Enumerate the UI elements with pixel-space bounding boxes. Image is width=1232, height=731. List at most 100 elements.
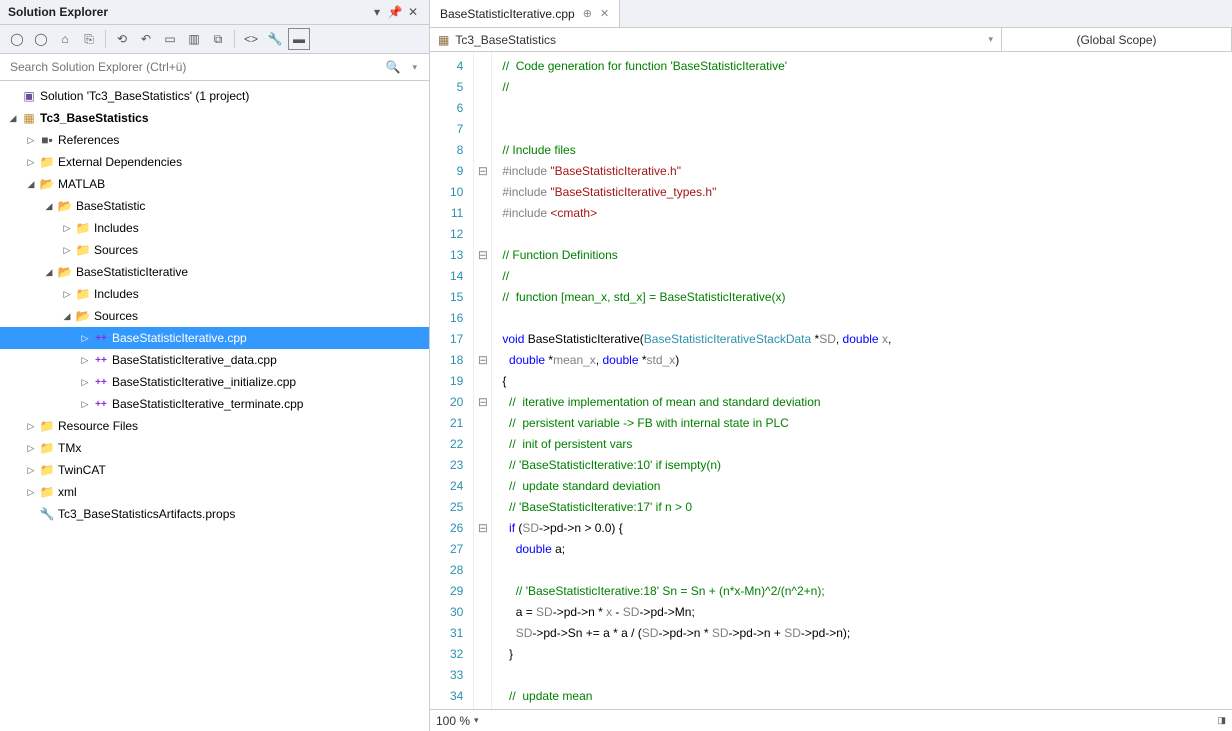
expander-icon[interactable]: ▷ bbox=[24, 157, 38, 168]
sources-folder[interactable]: ◢📂Sources bbox=[0, 305, 429, 327]
nav-back-icon[interactable]: ◯ bbox=[6, 28, 28, 50]
context-scope-dropdown[interactable]: (Global Scope) bbox=[1002, 28, 1232, 51]
cpp-file-icon: ++ bbox=[92, 355, 110, 366]
expander-icon[interactable]: ▷ bbox=[24, 421, 38, 432]
basestatisticiterative-folder[interactable]: ◢📂BaseStatisticIterative bbox=[0, 261, 429, 283]
expander-icon[interactable]: ▷ bbox=[60, 289, 74, 300]
context-project-dropdown[interactable]: ▦ Tc3_BaseStatistics ▾ bbox=[430, 28, 1002, 51]
project-icon: ▦ bbox=[20, 111, 38, 125]
expander-icon[interactable]: ◢ bbox=[6, 113, 20, 124]
refresh-icon[interactable]: ⟲ bbox=[111, 28, 133, 50]
cpp-file-icon: ++ bbox=[92, 333, 110, 344]
includes-folder[interactable]: ▷📁Includes bbox=[0, 217, 429, 239]
folder-icon: 📂 bbox=[56, 265, 74, 279]
tree-item-label: BaseStatisticIterative.cpp bbox=[112, 331, 247, 345]
copy-icon[interactable]: ⧉ bbox=[207, 28, 229, 50]
tree-item-label: Includes bbox=[94, 287, 139, 301]
editor-tabs-bar: BaseStatisticIterative.cpp ⊕ ✕ bbox=[430, 0, 1232, 28]
expander-icon[interactable]: ▷ bbox=[60, 223, 74, 234]
nav-forward-icon[interactable]: ◯ bbox=[30, 28, 52, 50]
expander-icon[interactable]: ◢ bbox=[42, 201, 56, 212]
file-main-cpp[interactable]: ▷++BaseStatisticIterative.cpp bbox=[0, 327, 429, 349]
toggle-icon[interactable]: ▬ bbox=[288, 28, 310, 50]
fold-gutter[interactable]: ⊟⊟⊟⊟⊟ bbox=[474, 52, 492, 709]
sources-folder[interactable]: ▷📁Sources bbox=[0, 239, 429, 261]
expander-icon[interactable]: ▷ bbox=[78, 399, 92, 410]
props-file[interactable]: 🔧Tc3_BaseStatisticsArtifacts.props bbox=[0, 503, 429, 525]
tmx-folder[interactable]: ▷📁TMx bbox=[0, 437, 429, 459]
pin-icon[interactable]: 📌 bbox=[387, 4, 403, 20]
expander-icon[interactable]: ▷ bbox=[78, 377, 92, 388]
context-project-label: Tc3_BaseStatistics bbox=[455, 33, 988, 47]
undo-icon[interactable]: ↶ bbox=[135, 28, 157, 50]
expander-icon[interactable]: ◢ bbox=[60, 311, 74, 322]
tree-item-label: Sources bbox=[94, 243, 138, 257]
includes-folder[interactable]: ▷📁Includes bbox=[0, 283, 429, 305]
matlab-folder[interactable]: ◢📂MATLAB bbox=[0, 173, 429, 195]
editor-panel: BaseStatisticIterative.cpp ⊕ ✕ ▦ Tc3_Bas… bbox=[430, 0, 1232, 731]
show-all-icon[interactable]: ▥ bbox=[183, 28, 205, 50]
zoom-level[interactable]: 100 % bbox=[436, 714, 470, 728]
tree-item-label: MATLAB bbox=[58, 177, 105, 191]
tree-item-label: BaseStatisticIterative_initialize.cpp bbox=[112, 375, 296, 389]
twincat-folder[interactable]: ▷📁TwinCAT bbox=[0, 459, 429, 481]
search-icon[interactable]: 🔍 bbox=[380, 60, 407, 74]
solution-node[interactable]: ▣Solution 'Tc3_BaseStatistics' (1 projec… bbox=[0, 85, 429, 107]
expander-icon[interactable]: ▷ bbox=[24, 135, 38, 146]
panel-titlebar: Solution Explorer ▾ 📌 ✕ bbox=[0, 0, 429, 25]
editor-tab[interactable]: BaseStatisticIterative.cpp ⊕ ✕ bbox=[430, 0, 620, 27]
file-term-cpp[interactable]: ▷++BaseStatisticIterative_terminate.cpp bbox=[0, 393, 429, 415]
file-init-cpp[interactable]: ▷++BaseStatisticIterative_initialize.cpp bbox=[0, 371, 429, 393]
home-icon[interactable]: ⌂ bbox=[54, 28, 76, 50]
basestatistic-folder[interactable]: ◢📂BaseStatistic bbox=[0, 195, 429, 217]
cpp-file-icon: ++ bbox=[92, 377, 110, 388]
project-node[interactable]: ◢▦Tc3_BaseStatistics bbox=[0, 107, 429, 129]
tree-item-label: BaseStatisticIterative bbox=[76, 265, 188, 279]
code-content[interactable]: // Code generation for function 'BaseSta… bbox=[492, 52, 1232, 709]
properties-icon[interactable]: 🔧 bbox=[264, 28, 286, 50]
tab-pin-icon[interactable]: ⊕ bbox=[583, 7, 592, 20]
tree-item-label: Solution 'Tc3_BaseStatistics' (1 project… bbox=[40, 89, 249, 103]
external-deps-node[interactable]: ▷📁External Dependencies bbox=[0, 151, 429, 173]
file-data-cpp[interactable]: ▷++BaseStatisticIterative_data.cpp bbox=[0, 349, 429, 371]
wrench-icon: 🔧 bbox=[38, 507, 56, 521]
editor-status-bar: 100 % ▾ ◨ bbox=[430, 709, 1232, 731]
context-bar: ▦ Tc3_BaseStatistics ▾ (Global Scope) bbox=[430, 28, 1232, 52]
expander-icon[interactable]: ▷ bbox=[78, 355, 92, 366]
collapse-icon[interactable]: ▭ bbox=[159, 28, 181, 50]
search-dropdown-icon[interactable]: ▾ bbox=[406, 62, 423, 73]
panel-title-text: Solution Explorer bbox=[8, 5, 108, 19]
folder-icon: 📁 bbox=[74, 221, 92, 235]
code-view-icon[interactable]: <> bbox=[240, 28, 262, 50]
folder-icon: 📁 bbox=[38, 155, 56, 169]
references-node[interactable]: ▷■▪References bbox=[0, 129, 429, 151]
expander-icon[interactable]: ◢ bbox=[24, 179, 38, 190]
folder-icon: 📂 bbox=[74, 309, 92, 323]
folder-icon: 📂 bbox=[38, 177, 56, 191]
folder-icon: 📁 bbox=[74, 287, 92, 301]
tree-item-label: xml bbox=[58, 485, 77, 499]
folder-icon: 📁 bbox=[38, 419, 56, 433]
expander-icon[interactable]: ◢ bbox=[42, 267, 56, 278]
context-scope-label: (Global Scope) bbox=[1010, 33, 1223, 47]
search-input[interactable] bbox=[6, 56, 380, 78]
tree-item-label: Includes bbox=[94, 221, 139, 235]
expander-icon[interactable]: ▷ bbox=[24, 443, 38, 454]
zoom-dropdown-icon[interactable]: ▾ bbox=[474, 715, 479, 726]
dropdown-icon[interactable]: ▾ bbox=[369, 4, 385, 20]
split-icon[interactable]: ◨ bbox=[1217, 715, 1226, 726]
close-icon[interactable]: ✕ bbox=[405, 4, 421, 20]
code-editor[interactable]: 4567891011121314151617181920212223242526… bbox=[430, 52, 1232, 709]
tree-item-label: BaseStatistic bbox=[76, 199, 145, 213]
sync-icon[interactable]: ⎘ bbox=[78, 28, 100, 50]
folder-icon: 📂 bbox=[56, 199, 74, 213]
expander-icon[interactable]: ▷ bbox=[78, 333, 92, 344]
tab-close-icon[interactable]: ✕ bbox=[600, 7, 609, 20]
xml-folder[interactable]: ▷📁xml bbox=[0, 481, 429, 503]
expander-icon[interactable]: ▷ bbox=[24, 465, 38, 476]
search-bar: 🔍 ▾ bbox=[0, 54, 429, 81]
solution-icon: ▣ bbox=[20, 89, 38, 103]
expander-icon[interactable]: ▷ bbox=[24, 487, 38, 498]
expander-icon[interactable]: ▷ bbox=[60, 245, 74, 256]
resource-files-folder[interactable]: ▷📁Resource Files bbox=[0, 415, 429, 437]
